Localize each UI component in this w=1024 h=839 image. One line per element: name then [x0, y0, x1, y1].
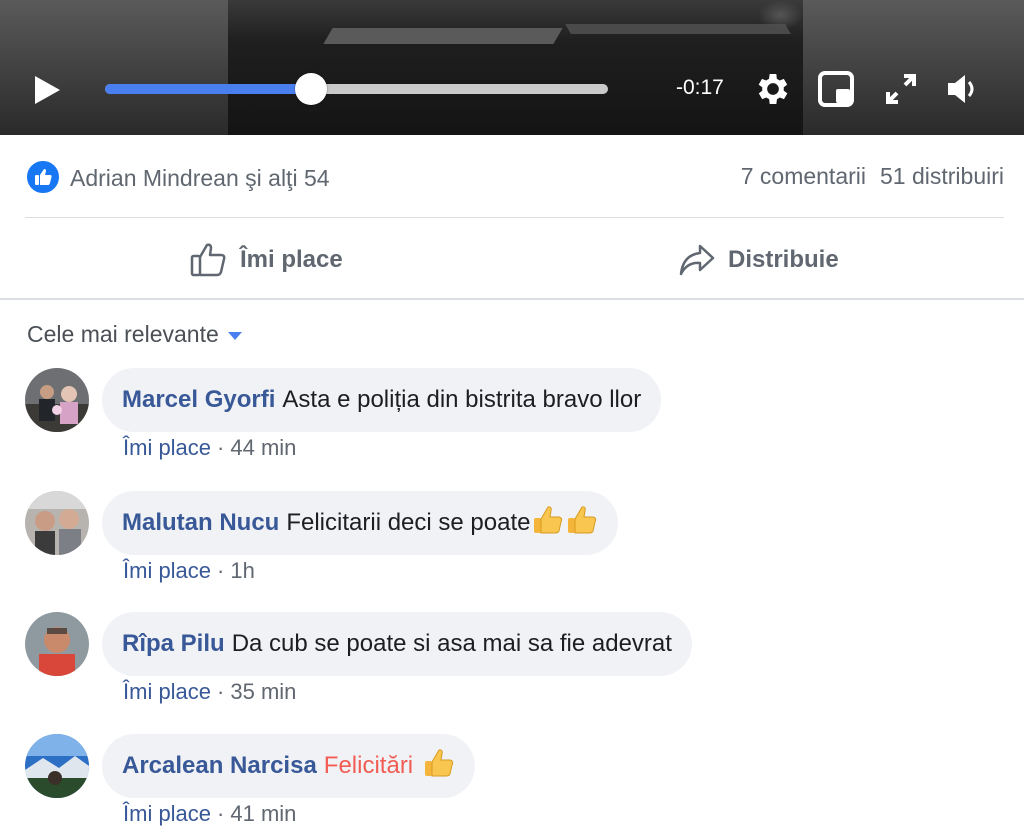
thumbs-up-emoji-icon	[423, 748, 455, 785]
comment-meta: Îmi place · 35 min	[123, 679, 296, 705]
like-button-label: Îmi place	[240, 246, 343, 273]
sort-label: Cele mai relevante	[27, 321, 219, 347]
engagement-counts: 7 comentarii 51 distribuiri	[727, 163, 1004, 190]
comment-meta: Îmi place · 1h	[123, 558, 255, 584]
share-button[interactable]: Distribuie	[678, 238, 839, 282]
comment-bubble: Marcel Gyorfi Asta e poliția din bistrit…	[102, 368, 662, 432]
comment-like-link[interactable]: Îmi place	[123, 801, 211, 826]
comment-sort-dropdown[interactable]: Cele mai relevante	[27, 321, 242, 348]
comment-time[interactable]: 41 min	[230, 801, 296, 826]
gear-icon[interactable]	[752, 68, 794, 110]
comment-author[interactable]: Arcalean Narcisa	[122, 752, 317, 780]
separator-dot: ·	[217, 801, 225, 826]
like-button[interactable]: Îmi place	[190, 238, 343, 282]
comment-bubble: Rîpa Pilu Da cub se poate si asa mai sa …	[102, 612, 692, 676]
separator-dot: ·	[217, 435, 225, 460]
comment-author[interactable]: Marcel Gyorfi	[122, 386, 275, 414]
share-button-label: Distribuie	[728, 246, 839, 273]
divider	[0, 298, 1024, 300]
video-frame-left	[0, 0, 228, 135]
shares-count-link[interactable]: 51 distribuiri	[880, 163, 1004, 189]
comment-text: Asta e poliția din bistrita bravo llor	[282, 386, 642, 413]
avatar[interactable]	[25, 734, 89, 798]
progress-fill	[105, 84, 312, 94]
comment-bubble: Malutan Nucu Felicitarii deci se poate	[102, 491, 619, 555]
comment-text: Felicitarii deci se poate	[286, 509, 531, 536]
video-player[interactable]: -0:17	[0, 0, 1024, 135]
video-frame	[228, 0, 803, 135]
thumbs-up-emoji-icon	[532, 505, 564, 542]
avatar[interactable]	[25, 612, 89, 676]
time-remaining: -0:17	[676, 76, 724, 99]
comment-time[interactable]: 44 min	[230, 435, 296, 460]
thumbs-up-icon	[190, 243, 226, 277]
volume-icon[interactable]	[942, 68, 984, 110]
video-progress-bar[interactable]	[105, 73, 608, 105]
comment-text: Da cub se poate si asa mai sa fie adevra…	[231, 630, 672, 657]
avatar[interactable]	[25, 491, 89, 555]
comment-text: Felicitări	[323, 752, 414, 779]
comment-like-link[interactable]: Îmi place	[123, 679, 211, 704]
reaction-summary: Adrian Mindrean şi alţi 54 7 comentarii 5…	[25, 157, 1004, 197]
caret-down-icon	[227, 331, 242, 340]
like-reaction-icon	[25, 159, 61, 195]
progress-scrubber[interactable]	[295, 73, 328, 105]
comment-like-link[interactable]: Îmi place	[123, 435, 211, 460]
comment-meta: Îmi place · 44 min	[123, 435, 296, 461]
comment-time[interactable]: 1h	[230, 558, 254, 583]
comment-meta: Îmi place · 41 min	[123, 801, 296, 827]
comment-author[interactable]: Rîpa Pilu	[122, 630, 225, 658]
comment-bubble: Arcalean Narcisa Felicitări	[102, 734, 476, 798]
avatar[interactable]	[25, 368, 89, 432]
separator-dot: ·	[217, 679, 225, 704]
picture-in-picture-icon[interactable]	[815, 68, 857, 110]
separator-dot: ·	[217, 558, 225, 583]
share-arrow-icon	[679, 244, 715, 276]
reactors-text[interactable]: Adrian Mindrean şi alţi 54	[70, 165, 330, 192]
play-icon[interactable]	[33, 75, 61, 105]
comment-time[interactable]: 35 min	[230, 679, 296, 704]
comment-like-link[interactable]: Îmi place	[123, 558, 211, 583]
divider	[25, 217, 1004, 218]
comments-count-link[interactable]: 7 comentarii	[741, 163, 866, 189]
comment-author[interactable]: Malutan Nucu	[122, 509, 279, 537]
fullscreen-icon[interactable]	[880, 68, 922, 110]
thumbs-up-emoji-icon	[566, 505, 598, 542]
